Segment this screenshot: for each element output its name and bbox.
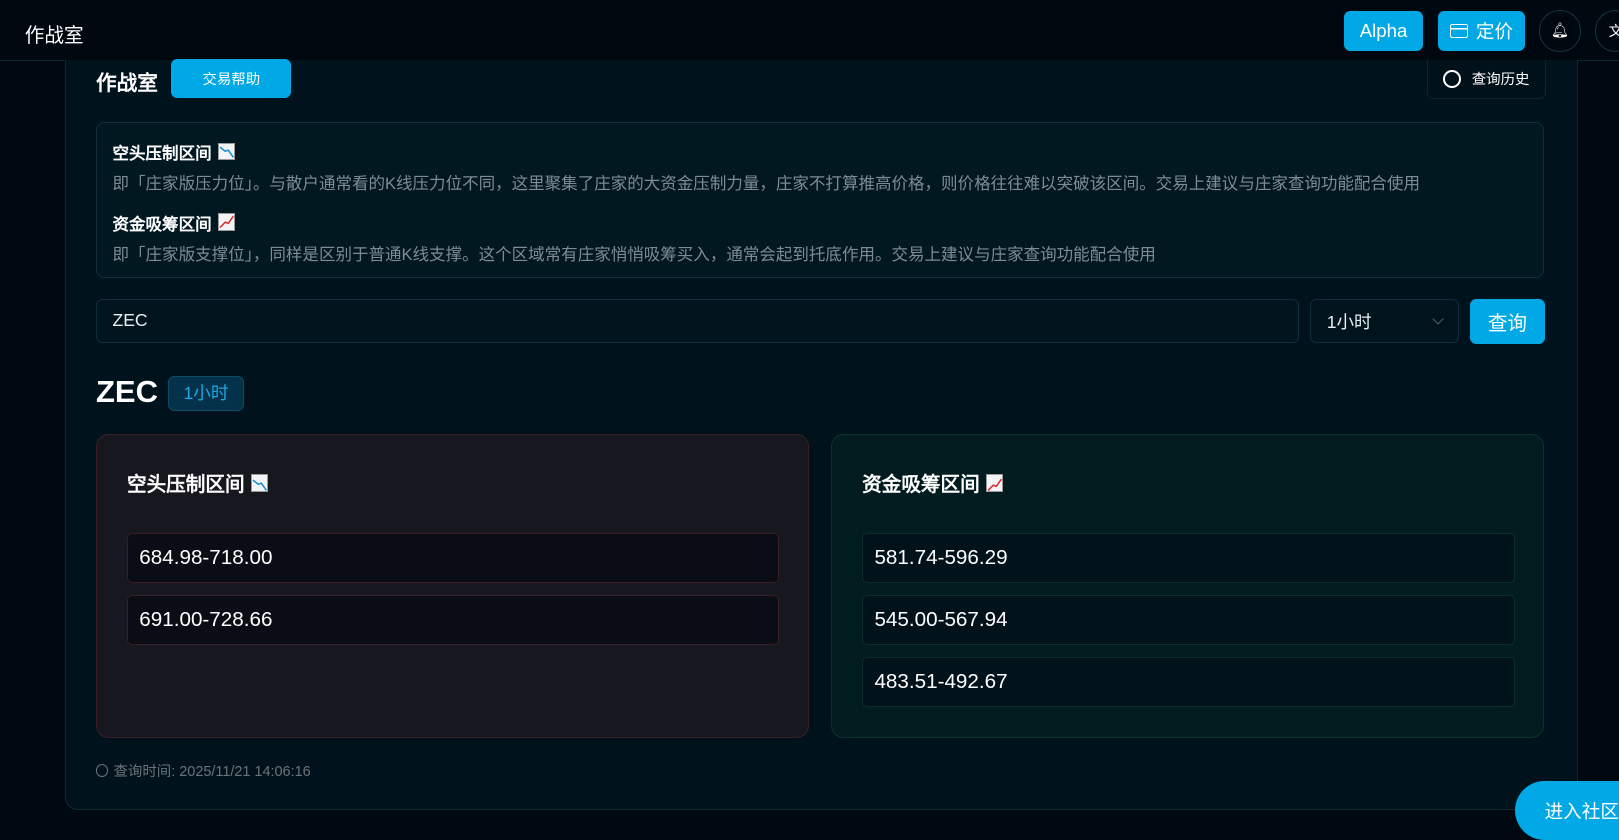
long-info-desc: 即「庄家版支撑位」，同样是区别于普通K线支撑。这个区域常有庄家悄悄吸筹买入，通常… [112,244,1156,264]
long-range-row: 483.51-492.67 [862,656,1515,708]
app-title: 作战室 [24,24,84,47]
long-card-title: 资金吸筹区间 [862,468,1004,497]
query-button[interactable]: 查询 [1470,299,1545,344]
short-pressure-card: 空头压制区间 684.98-718.00 691.00-728.66 [96,433,810,739]
short-info-desc: 即「庄家版压力位」。与散户通常看的K线压力位不同，这里聚集了庄家的大资金压制力量… [112,174,1421,194]
clock-icon [1442,69,1462,89]
chevron-down-icon [1432,313,1445,325]
trading-help-button[interactable]: 交易帮助 [171,58,292,99]
short-range-row: 684.98-718.00 [126,532,780,584]
interval-badge: 1小时 [168,375,244,411]
translate-icon[interactable]: 文 [1595,10,1619,52]
chart-increasing-icon [217,213,236,231]
query-history-button[interactable]: 查询历史 [1426,59,1546,100]
symbol-input[interactable]: ZEC [96,299,1299,343]
enter-community-button[interactable]: 进入社区 [1514,780,1619,840]
page-title: 作战室 [96,72,158,96]
alpha-button[interactable]: Alpha [1344,11,1423,51]
short-info-title: 空头压制区间 [113,140,236,164]
result-symbol: ZEC [96,373,158,409]
long-range-row: 545.00-567.94 [862,594,1515,646]
pricing-button[interactable]: 定价 [1438,11,1525,51]
info-box: 空头压制区间 即「庄家版压力位」。与散户通常看的K线压力位不同，这里聚集了庄家的… [96,121,1544,278]
long-info-title: 资金吸筹区间 [113,211,236,235]
accumulation-card: 资金吸筹区间 581.74-596.29 545.00-567.94 483.5… [831,433,1544,739]
query-time: 查询时间: 2025/11/21 14:06:16 [96,760,311,781]
top-header: 作战室 Alpha 定价 🔔︎ 文 [0,0,1619,61]
clock-icon [96,764,109,777]
bell-icon[interactable]: 🔔︎ [1539,10,1581,52]
short-range-row: 691.00-728.66 [126,594,780,646]
query-time-text: 查询时间: 2025/11/21 14:06:16 [113,763,311,780]
long-range-row: 581.74-596.29 [862,532,1515,584]
chart-decreasing-icon [250,474,269,492]
interval-select[interactable]: 1小时 [1310,299,1459,343]
chart-decreasing-icon [217,142,236,161]
chart-increasing-icon [985,474,1004,492]
history-label: 查询历史 [1471,72,1530,89]
pricing-label: 定价 [1475,21,1514,43]
interval-value: 1小时 [1326,311,1372,332]
card-icon [1450,24,1468,38]
short-card-title: 空头压制区间 [127,468,269,497]
